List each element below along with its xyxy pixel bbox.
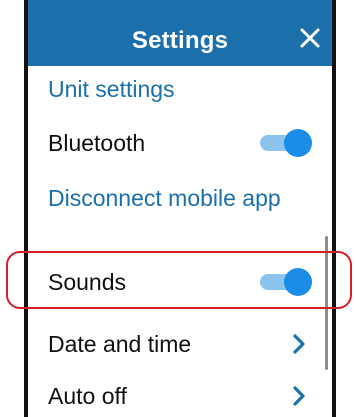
close-icon[interactable] — [298, 26, 322, 50]
unit-settings-link[interactable]: Unit settings — [48, 69, 312, 109]
bluetooth-toggle-knob — [284, 129, 312, 157]
scrollbar[interactable] — [325, 236, 328, 370]
auto-off-item[interactable]: Auto off — [48, 376, 312, 416]
chevron-right-icon — [293, 334, 305, 354]
bluetooth-toggle[interactable] — [256, 129, 312, 157]
page-title: Settings — [131, 27, 229, 54]
disconnect-mobile-app-label: Disconnect mobile app — [48, 184, 281, 211]
sounds-row: Sounds — [48, 262, 312, 302]
disconnect-mobile-app-link[interactable]: Disconnect mobile app — [48, 178, 312, 218]
unit-settings-label: Unit settings — [48, 75, 175, 102]
sounds-toggle-knob — [284, 268, 312, 296]
sounds-label: Sounds — [48, 268, 127, 295]
header-bar: Settings — [28, 0, 332, 66]
bluetooth-label: Bluetooth — [48, 129, 146, 156]
date-and-time-item[interactable]: Date and time — [48, 324, 312, 364]
bluetooth-row: Bluetooth — [48, 123, 312, 163]
auto-off-label: Auto off — [48, 382, 127, 409]
sounds-toggle[interactable] — [256, 268, 312, 296]
chevron-right-icon — [293, 386, 305, 406]
settings-screen: Settings Unit settings Bluetooth Disconn… — [24, 0, 336, 417]
date-and-time-label: Date and time — [48, 330, 192, 357]
